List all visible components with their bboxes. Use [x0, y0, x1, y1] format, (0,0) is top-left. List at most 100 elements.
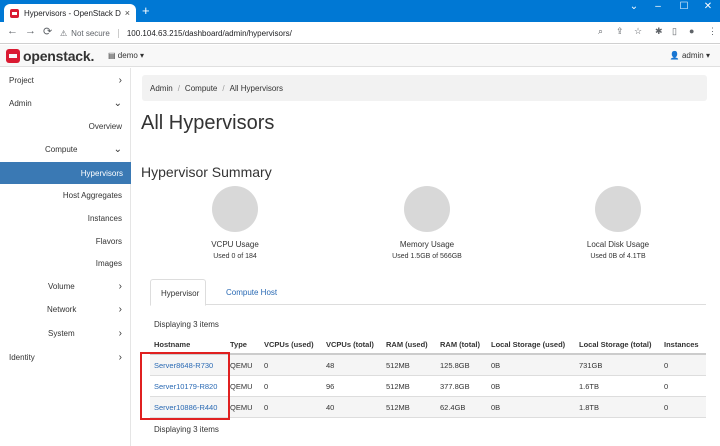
- url-field[interactable]: ⚠ Not secure 100.104.63.215/dashboard/ad…: [60, 25, 620, 41]
- table-cell: 512MB: [386, 361, 410, 370]
- table-cell: 0B: [491, 382, 501, 391]
- extensions-icon[interactable]: ✱: [655, 26, 663, 37]
- user-dropdown[interactable]: 👤 admin ▾: [670, 51, 710, 60]
- sidebar-item-hypervisors[interactable]: Hypervisors: [0, 162, 131, 184]
- col-header[interactable]: Local Storage (total): [579, 340, 652, 349]
- usage-sub: Used 1.5GB of 566GB: [392, 253, 462, 260]
- openstack-logo[interactable]: openstack.: [6, 48, 94, 64]
- sidebar-item-system[interactable]: System ›: [0, 322, 130, 344]
- sidebar-item-project[interactable]: Project ›: [0, 69, 130, 91]
- sidebar-item-network[interactable]: Network ›: [0, 298, 130, 320]
- sidebar-item-compute[interactable]: Compute ⌄: [0, 138, 130, 160]
- sidebar-item-label: Network: [47, 304, 77, 314]
- tab-close-icon[interactable]: ×: [125, 8, 130, 18]
- table-cell: 0B: [491, 403, 501, 412]
- chevron-right-icon: ›: [118, 303, 122, 315]
- sidebar-item-identity[interactable]: Identity ›: [0, 346, 130, 368]
- table-row: Server10886-R440 QEMU 0 40 512MB 62.4GB …: [150, 397, 706, 418]
- vcpu-pie: [212, 186, 258, 232]
- sidebar-item-label: Instances: [87, 213, 122, 223]
- col-header[interactable]: VCPUs (used): [264, 340, 314, 349]
- table-cell: 40: [326, 403, 335, 412]
- table-cell: 0: [264, 361, 269, 370]
- table-cell: 512MB: [386, 382, 410, 391]
- breadcrumb-compute[interactable]: Compute: [185, 84, 217, 93]
- sidebar-item-label: Admin: [9, 98, 32, 108]
- col-header[interactable]: RAM (total): [440, 340, 480, 349]
- tab-hypervisor[interactable]: Hypervisor: [150, 279, 206, 306]
- chevron-right-icon: ›: [118, 280, 122, 292]
- breadcrumb: Admin / Compute / All Hypervisors: [142, 75, 707, 101]
- user-icon: 👤: [669, 51, 680, 60]
- sidebar: Project › Admin ⌄ Overview Compute ⌄ Hyp…: [0, 68, 131, 446]
- usage-sub: Used 0B of 4.1TB: [590, 253, 646, 260]
- table-header-row: Hostname Type VCPUs (used) VCPUs (total)…: [150, 334, 706, 355]
- browser-tab-bar: Hypervisors - OpenStack Dashb × + ⌄ – ☐ …: [0, 0, 720, 22]
- sidebar-item-admin[interactable]: Admin ⌄: [0, 92, 130, 114]
- summary-title: Hypervisor Summary: [141, 164, 272, 180]
- memory-pie: [404, 186, 450, 232]
- sidebar-item-volume[interactable]: Volume ›: [0, 275, 130, 297]
- sidebar-item-overview[interactable]: Overview: [0, 115, 130, 137]
- profile-icon[interactable]: ●: [689, 26, 694, 36]
- disk-usage-chart: Local Disk Usage Used 0B of 4.1TB: [553, 186, 683, 260]
- sidebar-item-host-aggregates[interactable]: Host Aggregates: [0, 184, 130, 206]
- openstack-favicon-icon: [10, 8, 19, 18]
- not-secure-label[interactable]: Not secure: [71, 28, 119, 38]
- openstack-logo-icon: [6, 49, 20, 63]
- col-header[interactable]: Type: [230, 340, 247, 349]
- logo-text: openstack.: [23, 48, 95, 64]
- tab-compute-host[interactable]: Compute Host: [216, 279, 287, 305]
- usage-title: Local Disk Usage: [586, 240, 650, 249]
- table-cell: QEMU: [230, 361, 253, 370]
- forward-button[interactable]: →: [25, 25, 36, 37]
- table-cell: 1.8TB: [579, 403, 600, 412]
- disk-pie: [595, 186, 641, 232]
- new-tab-button[interactable]: +: [142, 4, 150, 18]
- sidebar-item-label: Identity: [9, 352, 35, 362]
- tab-strip: Hypervisor Compute Host: [150, 279, 706, 306]
- side-panel-icon[interactable]: ▯: [672, 26, 677, 37]
- table-cell: 731GB: [579, 361, 603, 370]
- table-row: Server10179-R820 QEMU 0 96 512MB 377.8GB…: [150, 376, 706, 397]
- sidebar-item-label: Images: [95, 258, 122, 268]
- table-cell: 62.4GB: [440, 403, 466, 412]
- minimize-button[interactable]: –: [648, 1, 668, 12]
- chevron-right-icon: ›: [118, 351, 122, 363]
- address-bar: ← → ⟳ ⚠ Not secure 100.104.63.215/dashbo…: [0, 22, 720, 44]
- sidebar-item-label: Flavors: [95, 236, 122, 246]
- col-header[interactable]: RAM (used): [386, 340, 428, 349]
- collapse-icon[interactable]: ⌄: [624, 1, 644, 12]
- bookmark-star-icon[interactable]: ☆: [634, 26, 642, 37]
- maximize-button[interactable]: ☐: [674, 1, 694, 12]
- project-dropdown[interactable]: ▤ demo ▾: [108, 51, 144, 60]
- sidebar-item-label: System: [48, 328, 75, 338]
- table-cell: 0: [264, 382, 269, 391]
- browser-tab[interactable]: Hypervisors - OpenStack Dashb ×: [4, 4, 136, 22]
- sidebar-item-flavors[interactable]: Flavors: [0, 230, 130, 252]
- display-count-bottom: Displaying 3 items: [154, 425, 219, 434]
- reload-button[interactable]: ⟳: [43, 25, 52, 38]
- sidebar-item-instances[interactable]: Instances: [0, 207, 130, 229]
- chevron-down-icon: ⌄: [113, 97, 122, 109]
- col-header[interactable]: Local Storage (used): [491, 340, 565, 349]
- user-name: admin ▾: [681, 51, 710, 60]
- back-button[interactable]: ←: [7, 25, 18, 37]
- zoom-icon[interactable]: ⌕: [598, 26, 603, 37]
- display-count-top: Displaying 3 items: [154, 320, 219, 329]
- col-header[interactable]: Instances: [664, 340, 699, 349]
- page-title: All Hypervisors: [141, 112, 275, 134]
- close-window-button[interactable]: ✕: [698, 1, 718, 12]
- table-cell: 512MB: [386, 403, 410, 412]
- breadcrumb-separator: /: [222, 84, 225, 93]
- sidebar-item-images[interactable]: Images: [0, 252, 130, 274]
- table-cell: 0: [664, 403, 669, 412]
- table-cell: 96: [326, 382, 335, 391]
- share-icon[interactable]: ⇪: [616, 26, 624, 37]
- breadcrumb-admin[interactable]: Admin: [150, 84, 173, 93]
- browser-menu-icon[interactable]: ⋮: [708, 26, 717, 37]
- col-header[interactable]: Hostname: [154, 340, 190, 349]
- col-header[interactable]: VCPUs (total): [326, 340, 374, 349]
- table-cell: 0B: [491, 361, 501, 370]
- chevron-right-icon: ›: [118, 74, 122, 86]
